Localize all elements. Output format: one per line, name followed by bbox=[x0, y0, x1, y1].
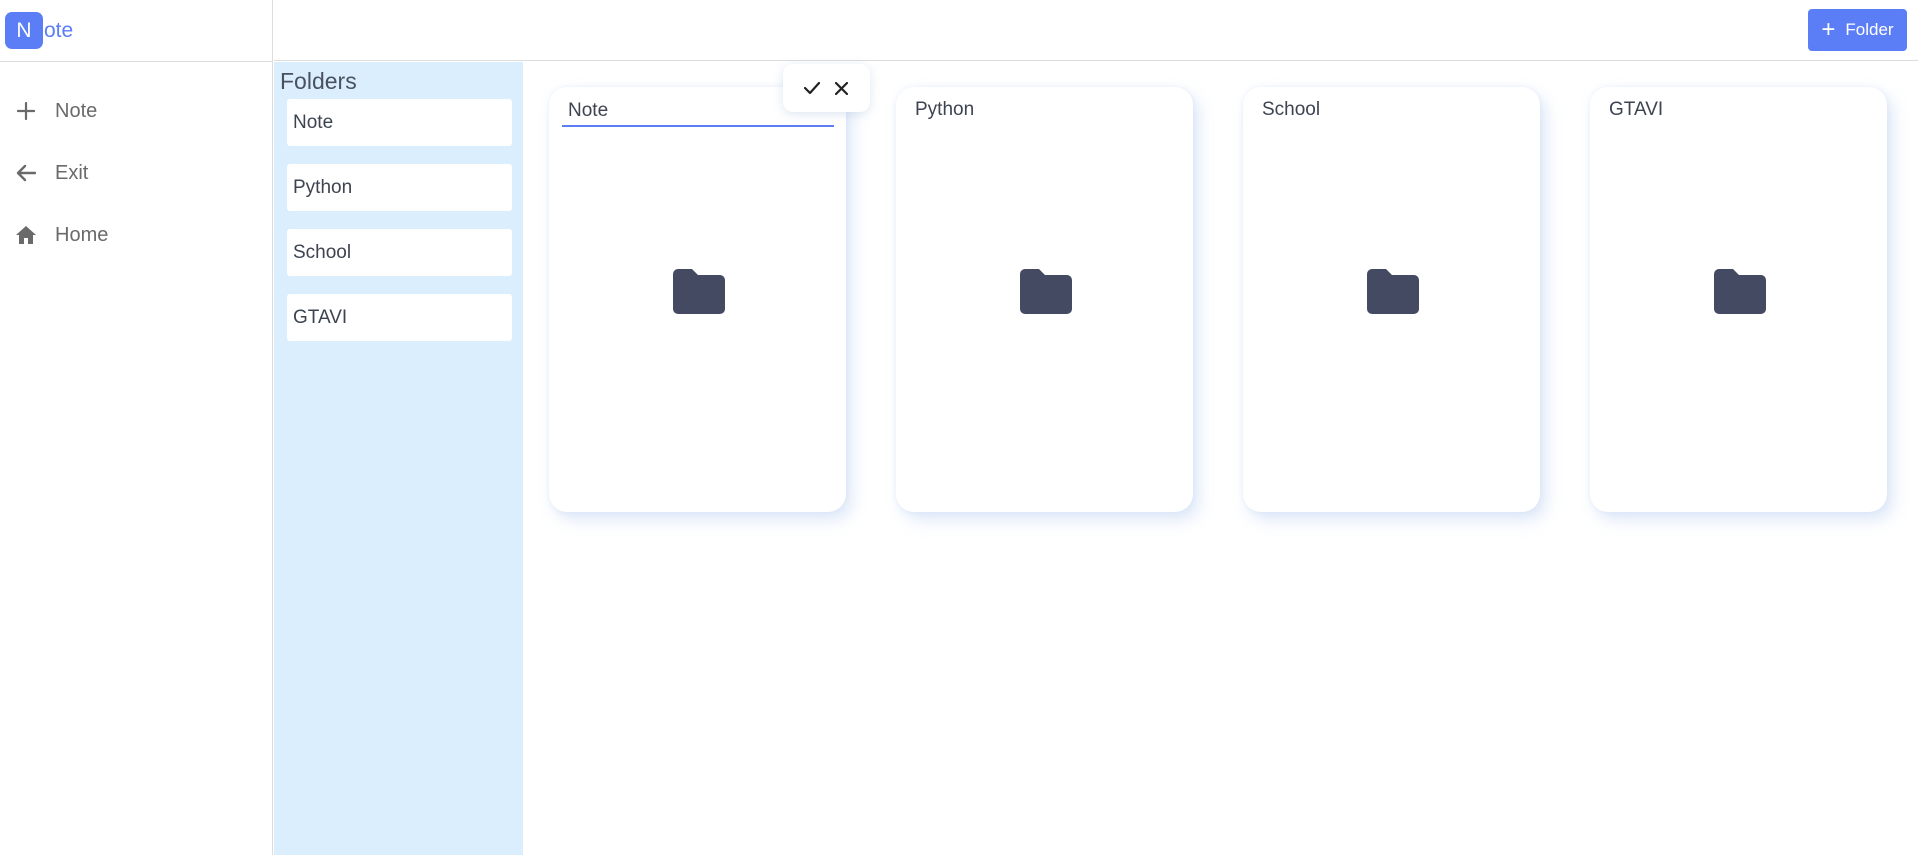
folder-list-item[interactable]: School bbox=[287, 229, 512, 276]
logo-text: ote bbox=[44, 18, 74, 42]
sidebar-item-exit[interactable]: Exit bbox=[0, 154, 273, 192]
sidebar-item-label: Home bbox=[55, 223, 109, 246]
sidebar-nav: Note Exit Home bbox=[0, 92, 273, 278]
sidebar-item-home[interactable]: Home bbox=[0, 216, 273, 254]
add-folder-button[interactable]: + Folder bbox=[1808, 9, 1907, 51]
folder-card[interactable]: School bbox=[1243, 87, 1540, 512]
folder-icon bbox=[1714, 269, 1766, 314]
folders-title: Folders bbox=[280, 68, 357, 94]
plus-icon: + bbox=[1821, 16, 1836, 43]
home-icon bbox=[15, 224, 37, 246]
confirm-icon[interactable] bbox=[803, 79, 821, 97]
app-logo[interactable]: N ote bbox=[5, 12, 73, 49]
card-title: School bbox=[1262, 99, 1321, 120]
sidebar-item-label: Exit bbox=[55, 161, 89, 184]
arrow-left-icon bbox=[15, 162, 37, 184]
cancel-icon[interactable] bbox=[833, 79, 851, 97]
sidebar: N ote Note Exit Home bbox=[0, 0, 273, 855]
folders-panel: Folders Note Python School GTAVI bbox=[274, 62, 523, 855]
logo-badge: N bbox=[5, 12, 43, 49]
folder-card[interactable] bbox=[549, 87, 846, 512]
card-title: GTAVI bbox=[1609, 99, 1664, 120]
rename-popup bbox=[783, 64, 870, 112]
top-header: + Folder bbox=[274, 0, 1918, 61]
card-title: Python bbox=[915, 99, 975, 120]
sidebar-item-new-note[interactable]: Note bbox=[0, 92, 273, 130]
folder-icon bbox=[673, 269, 725, 314]
folder-list-item[interactable]: GTAVI bbox=[287, 294, 512, 341]
folder-icon bbox=[1367, 269, 1419, 314]
plus-icon bbox=[15, 100, 37, 122]
folder-list-item[interactable]: Python bbox=[287, 164, 512, 211]
sidebar-item-label: Note bbox=[55, 99, 98, 122]
folder-list-item[interactable]: Note bbox=[287, 99, 512, 146]
folder-list: Note Python School GTAVI bbox=[287, 99, 512, 359]
folder-card[interactable]: GTAVI bbox=[1590, 87, 1887, 512]
folder-card[interactable]: Python bbox=[896, 87, 1193, 512]
add-folder-label: Folder bbox=[1845, 20, 1894, 39]
folder-icon bbox=[1020, 269, 1072, 314]
sidebar-divider bbox=[0, 61, 273, 62]
